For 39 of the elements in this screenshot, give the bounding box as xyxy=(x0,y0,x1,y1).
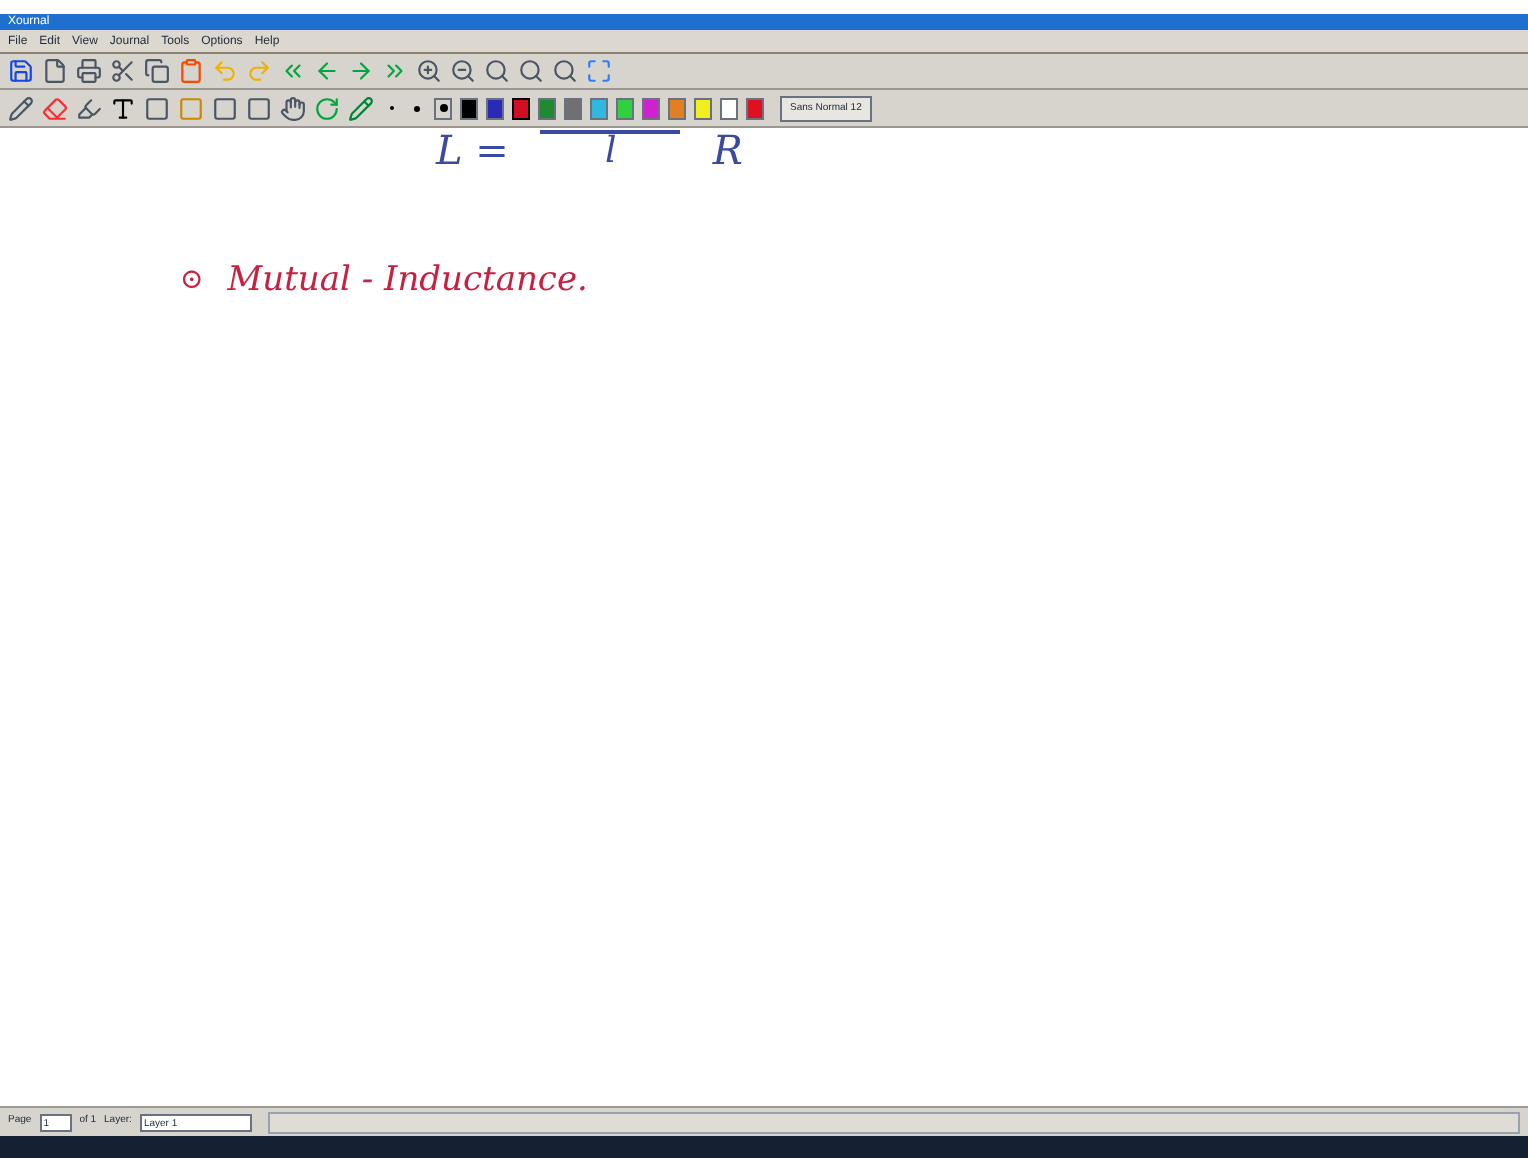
fullscreen-icon[interactable] xyxy=(586,58,612,84)
shape-icon[interactable] xyxy=(144,95,170,121)
zoom-icon[interactable] xyxy=(518,58,544,84)
color-swatch[interactable] xyxy=(746,97,764,119)
color-swatch[interactable] xyxy=(538,97,556,119)
zoom-icon[interactable] xyxy=(552,58,578,84)
color-swatch[interactable] xyxy=(512,97,530,119)
highlighter-icon[interactable] xyxy=(76,95,102,121)
zoom-icon[interactable] xyxy=(484,58,510,84)
color-swatch[interactable] xyxy=(720,97,738,119)
hand-icon[interactable] xyxy=(280,95,306,121)
pen-icon[interactable] xyxy=(348,95,374,121)
color-swatch[interactable] xyxy=(564,97,582,119)
zoom-out-icon[interactable] xyxy=(450,58,476,84)
handwritten-text: l xyxy=(605,134,617,170)
copy-icon[interactable] xyxy=(144,58,170,84)
color-swatch[interactable] xyxy=(486,97,504,119)
select-rect-icon[interactable] xyxy=(212,95,238,121)
print-icon[interactable] xyxy=(76,58,102,84)
select-region-icon[interactable] xyxy=(246,95,272,121)
bullet-icon: ⊙ xyxy=(180,260,204,303)
color-swatch[interactable] xyxy=(590,97,608,119)
eraser-icon[interactable] xyxy=(42,95,68,121)
color-swatch[interactable] xyxy=(694,97,712,119)
zoom-in-icon[interactable] xyxy=(416,58,442,84)
new-page-icon[interactable] xyxy=(42,58,68,84)
pen-size-button[interactable] xyxy=(434,97,452,119)
pencil-icon[interactable] xyxy=(8,95,34,121)
color-swatch[interactable] xyxy=(668,97,686,119)
scissors-icon[interactable] xyxy=(110,58,136,84)
save-icon[interactable] xyxy=(8,58,34,84)
color-swatch[interactable] xyxy=(616,97,634,119)
color-swatch[interactable] xyxy=(460,97,478,119)
handwritten-text: R xyxy=(712,124,743,178)
handwritten-text: Mutual - Inductance. xyxy=(227,258,588,304)
fraction-line xyxy=(540,130,681,134)
color-swatch[interactable] xyxy=(642,97,660,119)
text-tool-icon[interactable] xyxy=(110,95,136,121)
handwritten-text: L = xyxy=(436,124,509,178)
